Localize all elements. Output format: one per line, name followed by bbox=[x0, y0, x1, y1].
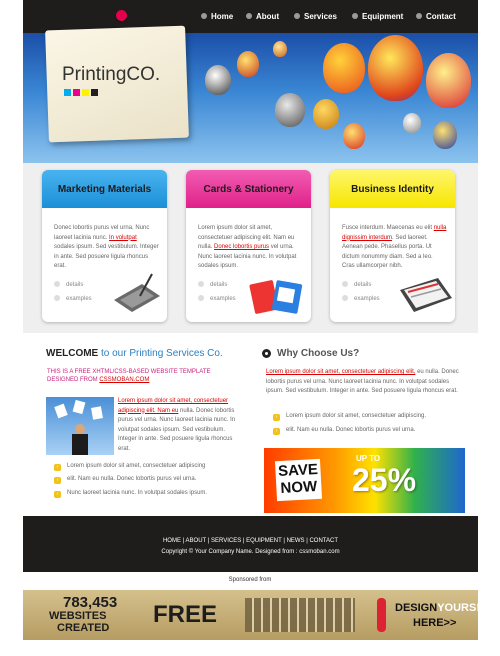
examples-link[interactable]: examples bbox=[342, 295, 380, 302]
examples-link[interactable]: examples bbox=[54, 295, 92, 302]
person-figure bbox=[377, 598, 386, 632]
box-heading: Marketing Materials bbox=[42, 170, 167, 208]
nav-contact[interactable]: Contact bbox=[416, 12, 456, 21]
cssmoban-link[interactable]: CSSMOBAN.COM bbox=[99, 377, 149, 383]
box-text: Donec lobortis purus vel urna. Nunc laor… bbox=[54, 225, 159, 269]
papers-illustration bbox=[54, 399, 103, 455]
drawing-tablet-icon bbox=[114, 273, 160, 312]
banner-free: FREE bbox=[153, 601, 218, 628]
box-text: Lorem ipsum dolor sit amet, consectetuer… bbox=[198, 225, 297, 269]
banner-count: 783,453 bbox=[63, 594, 118, 611]
site-logo[interactable]: PrintingCO. bbox=[62, 64, 160, 86]
footer-copyright: Copyright © Your Company Name. Designed … bbox=[161, 549, 340, 555]
bullet-icon bbox=[342, 295, 348, 301]
arrow-icon: › bbox=[273, 428, 280, 435]
why-link[interactable]: Lorem ipsum dolor sit amet, consectetuer… bbox=[266, 369, 415, 375]
examples-link[interactable]: examples bbox=[198, 295, 236, 302]
cyan-swatch bbox=[64, 89, 71, 96]
nav-about[interactable]: About bbox=[246, 12, 279, 21]
template-thumbnails bbox=[245, 598, 355, 632]
save-promo-banner[interactable]: SAVE NOW UP TO 25% bbox=[264, 448, 465, 513]
arrow-icon: › bbox=[54, 491, 61, 498]
sponsor-label: Sponsored from bbox=[228, 577, 272, 583]
why-list-item: › elit. Nam eu nulla. Donec lobortis puru… bbox=[273, 426, 415, 436]
bullet-icon bbox=[54, 281, 60, 287]
why-paragraph: Lorem ipsum dolor sit amet, consectetuer… bbox=[266, 369, 459, 394]
pushpin-icon bbox=[116, 10, 127, 21]
welcome-subtitle: THIS IS A FREE XHTML/CSS-BASED WEBSITE T… bbox=[47, 369, 211, 383]
banner-created: CREATED bbox=[57, 622, 110, 634]
welcome-list-item: › elit. Nam eu nulla. Donec lobortis puru… bbox=[54, 475, 196, 485]
nav-services[interactable]: Services bbox=[294, 12, 337, 21]
box-inline-link[interactable]: Donec lobortis purus bbox=[214, 244, 269, 250]
welcome-heading: WELCOME to our Printing Services Co. bbox=[46, 348, 223, 359]
welcome-paragraph: Lorem ipsum dolor sit amet, consectetuer… bbox=[118, 398, 236, 452]
box-heading: Cards & Stationery bbox=[186, 170, 311, 208]
arrow-icon: › bbox=[54, 464, 61, 471]
arrow-icon: › bbox=[54, 477, 61, 484]
welcome-list-item: › Lorem ipsum dolor sit amet, consectetue… bbox=[54, 462, 205, 472]
service-box-marketing: Marketing Materials Donec lobortis purus… bbox=[42, 170, 167, 322]
nav-home[interactable]: Home bbox=[201, 12, 233, 21]
banner-here: HERE>> bbox=[413, 617, 457, 629]
promo-percent: 25% bbox=[352, 462, 417, 498]
bullet-icon bbox=[198, 295, 204, 301]
bullet-icon bbox=[198, 281, 204, 287]
bullet-icon bbox=[342, 281, 348, 287]
black-swatch bbox=[91, 89, 98, 96]
bullet-icon bbox=[416, 13, 422, 19]
bullet-icon bbox=[201, 13, 207, 19]
footer-links[interactable]: HOME | ABOUT | SERVICES | EQUIPMENT | NE… bbox=[23, 538, 478, 544]
yellow-swatch bbox=[82, 89, 89, 96]
details-link[interactable]: details bbox=[198, 281, 227, 288]
banner-design: DESIGNYOURS! bbox=[395, 602, 480, 614]
save-now-card: SAVE NOW bbox=[274, 458, 323, 502]
details-link[interactable]: details bbox=[342, 281, 371, 288]
id-cards-icon bbox=[249, 280, 303, 314]
businessman-photo bbox=[46, 397, 114, 455]
details-link[interactable]: details bbox=[54, 281, 83, 288]
bullet-icon bbox=[352, 13, 358, 19]
bullet-icon bbox=[246, 13, 252, 19]
target-icon bbox=[262, 349, 271, 358]
brochure-icon bbox=[400, 278, 452, 312]
bullet-icon bbox=[54, 295, 60, 301]
banner-websites: WEBSITES bbox=[49, 610, 107, 622]
magenta-swatch bbox=[73, 89, 80, 96]
why-heading: Why Choose Us? bbox=[277, 348, 360, 359]
nav-equipment[interactable]: Equipment bbox=[352, 12, 403, 21]
footer: HOME | ABOUT | SERVICES | EQUIPMENT | NE… bbox=[23, 516, 478, 572]
box-text: Fusce interdum. Maecenas eu elit nulla d… bbox=[342, 225, 447, 269]
box-heading: Business Identity bbox=[330, 170, 455, 208]
welcome-list-item: › Nunc laoreet lacinia nunc. In volutpat … bbox=[54, 489, 207, 499]
box-inline-link[interactable]: In volutpat bbox=[109, 235, 137, 241]
service-box-identity: Business Identity Fusce interdum. Maecen… bbox=[330, 170, 455, 322]
service-box-cards: Cards & Stationery Lorem ipsum dolor sit… bbox=[186, 170, 311, 322]
why-list-item: › Lorem ipsum dolor sit amet, consectetue… bbox=[273, 412, 426, 422]
sponsor-banner[interactable]: 783,453 WEBSITES CREATED FREE DESIGNYOUR… bbox=[23, 590, 480, 640]
arrow-icon: › bbox=[273, 414, 280, 421]
bullet-icon bbox=[294, 13, 300, 19]
